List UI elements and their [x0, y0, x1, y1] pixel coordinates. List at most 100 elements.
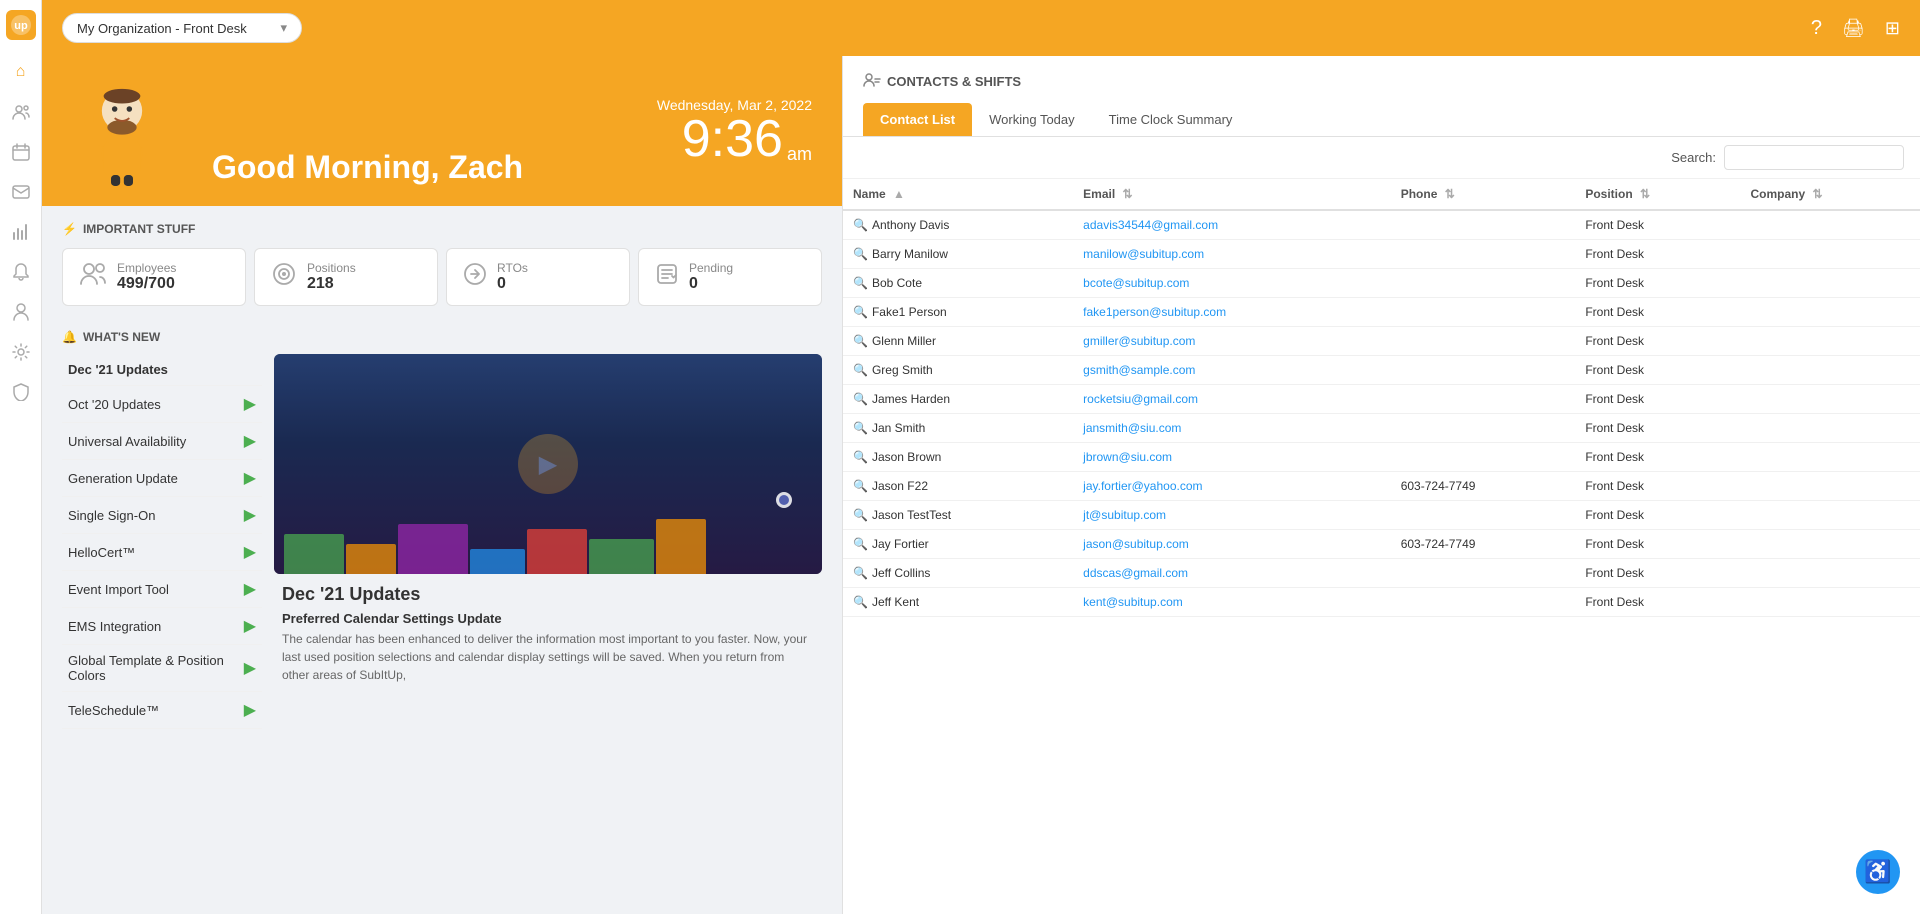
whats-new-item-1[interactable]: Oct '20 Updates ▶ [62, 386, 262, 423]
settings-icon[interactable] [3, 334, 39, 370]
table-row[interactable]: 🔍Anthony Davis adavis34544@gmail.com Fro… [843, 210, 1920, 240]
whats-new-item-0[interactable]: Dec '21 Updates [62, 354, 262, 386]
cell-company [1740, 443, 1920, 472]
grid-icon[interactable]: ⊞ [1885, 18, 1900, 39]
org-selector[interactable]: My Organization - Front Desk ▾ [62, 13, 302, 43]
cell-phone [1391, 356, 1576, 385]
video-thumbnail[interactable]: ▶ [274, 354, 822, 574]
cell-position: Front Desk [1575, 414, 1740, 443]
table-row[interactable]: 🔍Fake1 Person fake1person@subitup.com Fr… [843, 298, 1920, 327]
whats-new-list: Dec '21 Updates Oct '20 Updates ▶ Univer… [62, 354, 822, 729]
cell-name: 🔍Anthony Davis [843, 210, 1073, 240]
cell-position: Front Desk [1575, 298, 1740, 327]
col-position[interactable]: Position ⇅ [1575, 179, 1740, 210]
cell-name: 🔍Jason TestTest [843, 501, 1073, 530]
employees-label: Employees [117, 261, 176, 275]
bell-icon[interactable] [3, 254, 39, 290]
cell-company [1740, 472, 1920, 501]
whats-new-item-5[interactable]: HelloCert™ ▶ [62, 534, 262, 571]
calendar-icon[interactable] [3, 134, 39, 170]
table-row[interactable]: 🔍Jeff Kent kent@subitup.com Front Desk [843, 588, 1920, 617]
accessibility-button[interactable]: ♿ [1856, 850, 1900, 894]
table-row[interactable]: 🔍Glenn Miller gmiller@subitup.com Front … [843, 327, 1920, 356]
stats-row: Employees 499/700 [62, 248, 822, 306]
app-logo[interactable]: up [6, 10, 36, 40]
email-link[interactable]: kent@subitup.com [1083, 595, 1183, 609]
stat-pending[interactable]: Pending 0 [638, 248, 822, 306]
cell-phone [1391, 298, 1576, 327]
help-icon[interactable]: ? [1811, 17, 1822, 40]
stat-positions[interactable]: Positions 218 [254, 248, 438, 306]
cell-name: 🔍Jay Fortier [843, 530, 1073, 559]
cursor-indicator [776, 492, 792, 514]
email-link[interactable]: jay.fortier@yahoo.com [1083, 479, 1202, 493]
arrow-icon-4: ▶ [244, 505, 256, 525]
cell-position: Front Desk [1575, 269, 1740, 298]
person-icon[interactable] [3, 294, 39, 330]
email-link[interactable]: jbrown@siu.com [1083, 450, 1172, 464]
email-link[interactable]: rocketsiu@gmail.com [1083, 392, 1198, 406]
contact-search-icon: 🔍 [853, 537, 868, 551]
email-link[interactable]: bcote@subitup.com [1083, 276, 1189, 290]
stat-rtos[interactable]: RTOs 0 [446, 248, 630, 306]
cell-company [1740, 210, 1920, 240]
table-row[interactable]: 🔍Jason F22 jay.fortier@yahoo.com 603-724… [843, 472, 1920, 501]
character-illustration [72, 76, 182, 186]
email-link[interactable]: jt@subitup.com [1083, 508, 1166, 522]
table-row[interactable]: 🔍Jan Smith jansmith@siu.com Front Desk [843, 414, 1920, 443]
article-subtitle: Preferred Calendar Settings Update [282, 611, 814, 626]
whats-new-item-3[interactable]: Generation Update ▶ [62, 460, 262, 497]
col-phone[interactable]: Phone ⇅ [1391, 179, 1576, 210]
table-row[interactable]: 🔍Greg Smith gsmith@sample.com Front Desk [843, 356, 1920, 385]
chart-icon[interactable] [3, 214, 39, 250]
email-link[interactable]: gsmith@sample.com [1083, 363, 1195, 377]
home-icon[interactable]: ⌂ [3, 54, 39, 90]
stat-employees[interactable]: Employees 499/700 [62, 248, 246, 306]
chevron-down-icon: ▾ [280, 20, 287, 36]
arrow-icon-9: ▶ [244, 700, 256, 720]
cell-email: fake1person@subitup.com [1073, 298, 1391, 327]
table-row[interactable]: 🔍Jay Fortier jason@subitup.com 603-724-7… [843, 530, 1920, 559]
email-link[interactable]: gmiller@subitup.com [1083, 334, 1195, 348]
whats-new-item-9[interactable]: TeleSchedule™ ▶ [62, 692, 262, 729]
table-row[interactable]: 🔍Barry Manilow manilow@subitup.com Front… [843, 240, 1920, 269]
table-row[interactable]: 🔍Jason TestTest jt@subitup.com Front Des… [843, 501, 1920, 530]
whats-new-item-8[interactable]: Global Template & Position Colors ▶ [62, 645, 262, 692]
whats-new-item-6[interactable]: Event Import Tool ▶ [62, 571, 262, 608]
cell-company [1740, 385, 1920, 414]
cell-position: Front Desk [1575, 501, 1740, 530]
whats-new-item-7[interactable]: EMS Integration ▶ [62, 608, 262, 645]
table-row[interactable]: 🔍Jason Brown jbrown@siu.com Front Desk [843, 443, 1920, 472]
email-link[interactable]: fake1person@subitup.com [1083, 305, 1226, 319]
tab-time-clock-summary[interactable]: Time Clock Summary [1092, 103, 1250, 136]
search-input[interactable] [1724, 145, 1904, 170]
content-area: Good Morning, Zach Wednesday, Mar 2, 202… [42, 56, 1920, 914]
shield-icon[interactable] [3, 374, 39, 410]
print-icon[interactable]: 🖨 [1842, 18, 1865, 39]
email-link[interactable]: ddscas@gmail.com [1083, 566, 1188, 580]
rtos-label: RTOs [497, 261, 528, 275]
cell-name: 🔍Jeff Kent [843, 588, 1073, 617]
email-link[interactable]: adavis34544@gmail.com [1083, 218, 1218, 232]
pending-value: 0 [689, 275, 733, 293]
whats-new-item-4[interactable]: Single Sign-On ▶ [62, 497, 262, 534]
contact-search-icon: 🔍 [853, 392, 868, 406]
users-icon[interactable] [3, 94, 39, 130]
email-link[interactable]: jansmith@siu.com [1083, 421, 1181, 435]
col-name[interactable]: Name ▲ [843, 179, 1073, 210]
mail-icon[interactable] [3, 174, 39, 210]
sort-name-icon: ▲ [893, 187, 905, 201]
table-row[interactable]: 🔍James Harden rocketsiu@gmail.com Front … [843, 385, 1920, 414]
cell-email: manilow@subitup.com [1073, 240, 1391, 269]
cell-company [1740, 269, 1920, 298]
whats-new-item-2[interactable]: Universal Availability ▶ [62, 423, 262, 460]
table-row[interactable]: 🔍Bob Cote bcote@subitup.com Front Desk [843, 269, 1920, 298]
col-company[interactable]: Company ⇅ [1740, 179, 1920, 210]
email-link[interactable]: manilow@subitup.com [1083, 247, 1204, 261]
table-row[interactable]: 🔍Jeff Collins ddscas@gmail.com Front Des… [843, 559, 1920, 588]
tab-contact-list[interactable]: Contact List [863, 103, 972, 136]
col-email[interactable]: Email ⇅ [1073, 179, 1391, 210]
tab-working-today[interactable]: Working Today [972, 103, 1092, 136]
lightning-icon: ⚡ [62, 222, 77, 236]
email-link[interactable]: jason@subitup.com [1083, 537, 1189, 551]
